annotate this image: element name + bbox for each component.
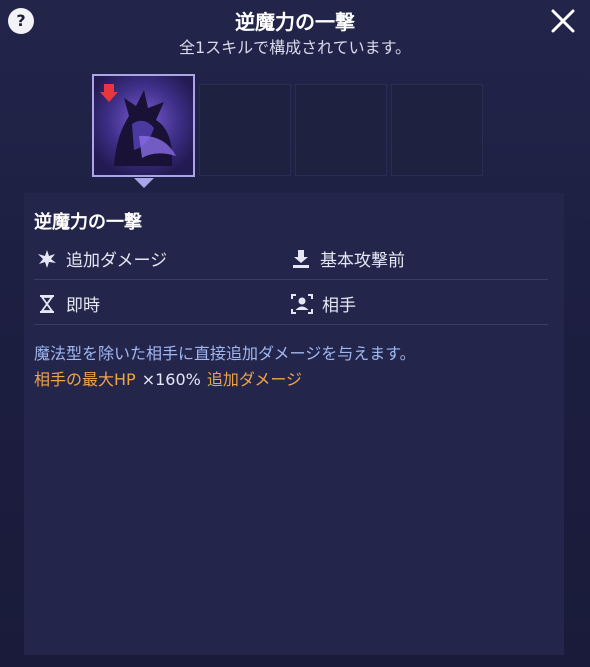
page-title: 逆魔力の一撃 (235, 10, 355, 34)
skill-icon (94, 76, 193, 175)
skill-slot-3[interactable] (295, 84, 387, 176)
burst-icon (38, 249, 56, 268)
attr-type: 追加ダメージ (36, 246, 167, 271)
skill-slot-2[interactable] (199, 84, 291, 176)
attr-cast-label: 即時 (66, 296, 100, 316)
target-person-icon (291, 293, 313, 314)
divider (34, 279, 548, 280)
attr-timing: 基本攻撃前 (290, 246, 405, 271)
attr-cast: 即時 (36, 291, 100, 316)
hourglass-icon (40, 294, 54, 313)
effect-multiplier: ×160% (141, 370, 201, 389)
skill-effect: 相手の最大HP ×160% 追加ダメージ (34, 366, 302, 390)
skill-slot-4[interactable] (391, 84, 483, 176)
effect-kind: 追加ダメージ (206, 370, 303, 389)
attr-timing-label: 基本攻撃前 (320, 251, 405, 271)
selection-pointer (134, 178, 154, 188)
page-subtitle: 全1スキルで構成されています。 (178, 38, 412, 57)
attr-type-label: 追加ダメージ (66, 251, 168, 271)
skill-slot-1[interactable] (92, 74, 195, 177)
attr-target: 相手 (290, 291, 356, 316)
download-icon (293, 249, 309, 268)
skill-description: 魔法型を除いた相手に直接追加ダメージを与えます。 (34, 344, 416, 363)
attr-target-label: 相手 (322, 296, 356, 316)
divider (34, 324, 548, 325)
skill-name: 逆魔力の一撃 (34, 212, 142, 233)
effect-stat: 相手の最大HP (34, 370, 136, 389)
